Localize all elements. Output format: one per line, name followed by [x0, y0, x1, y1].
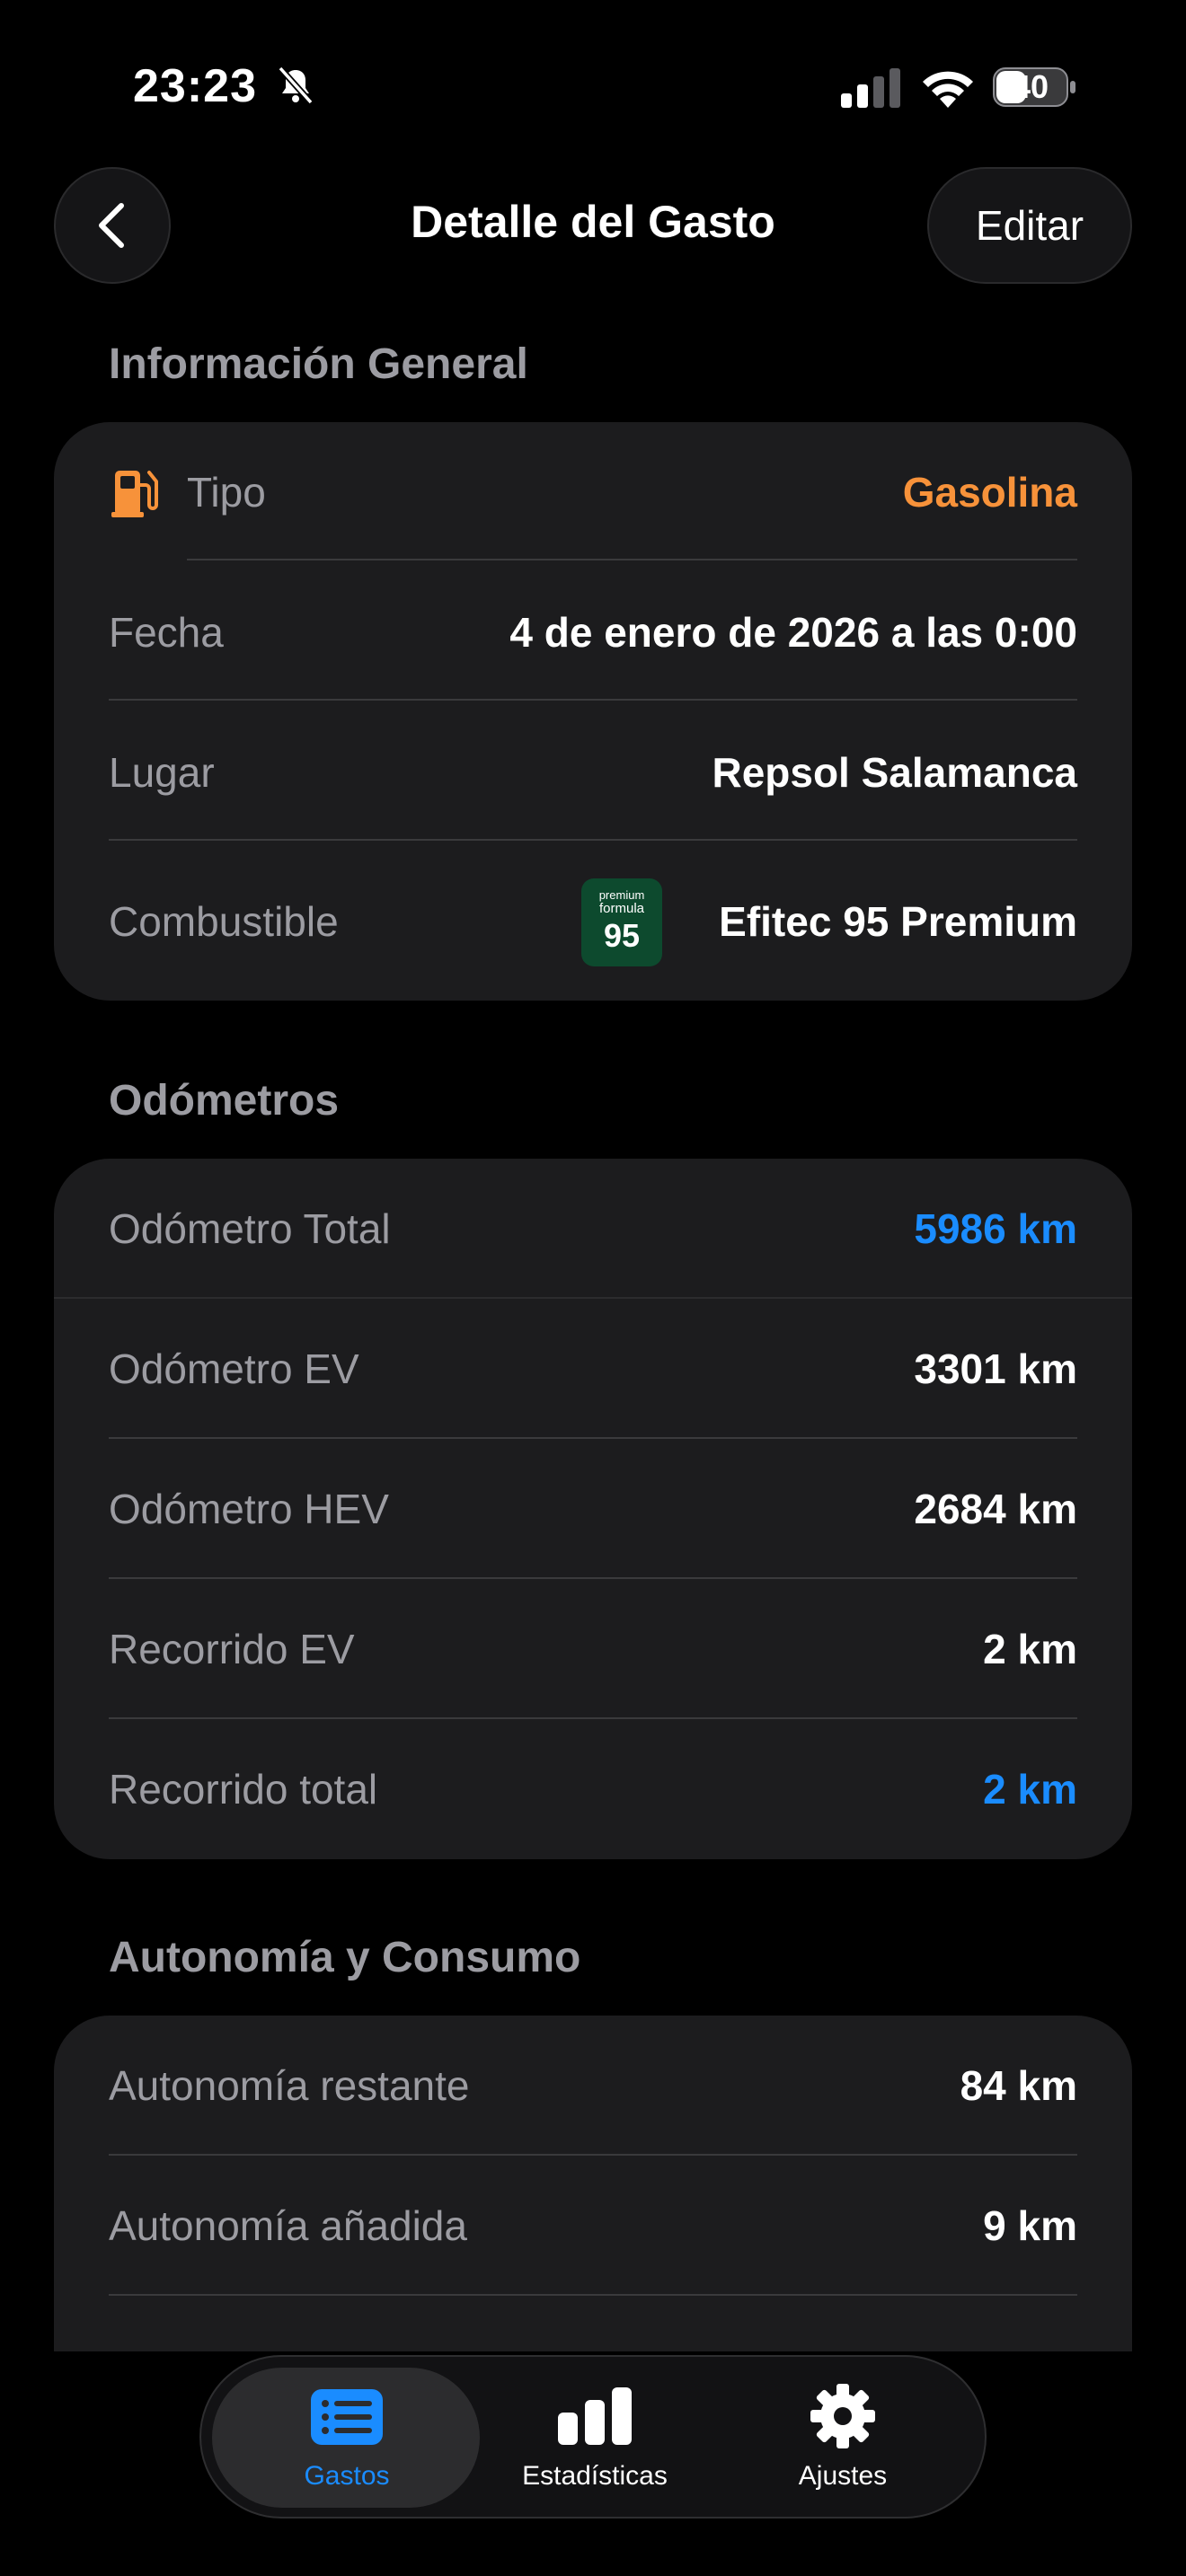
- tab-bar: Gastos Estadísticas Ajustes: [199, 2355, 987, 2519]
- odometer-hev-value: 2684 km: [914, 1486, 1077, 1532]
- fuel-badge-line2: formula: [598, 901, 645, 916]
- type-label: Tipo: [187, 469, 266, 516]
- general-info-card: Tipo Gasolina Fecha 4 de enero de 2026 a…: [54, 422, 1132, 1001]
- odometer-total-label: Odómetro Total: [109, 1205, 391, 1252]
- distance-total-label: Recorrido total: [109, 1766, 378, 1813]
- bar-chart-icon: [558, 2387, 632, 2445]
- type-value: Gasolina: [902, 469, 1077, 516]
- section-title-autonomy: Autonomía y Consumo: [109, 1934, 581, 1981]
- status-time: 23:23: [133, 60, 257, 112]
- fuel-label: Combustible: [109, 898, 339, 945]
- cellular-signal-icon: [841, 68, 900, 108]
- wifi-icon: [923, 71, 973, 108]
- status-bar: 23:23 40: [0, 0, 1186, 171]
- fuel-pump-icon: [111, 471, 158, 517]
- date-label: Fecha: [109, 609, 224, 656]
- range-remaining-label: Autonomía restante: [109, 2062, 470, 2109]
- range-added-label: Autonomía añadida: [109, 2202, 467, 2249]
- row-odometer-total: Odómetro Total 5986 km: [54, 1159, 1132, 1299]
- divider: [187, 559, 1077, 560]
- divider: [109, 699, 1077, 701]
- odometer-total-value: 5986 km: [914, 1205, 1077, 1252]
- odometers-card: Odómetro Total 5986 km Odómetro EV 3301 …: [54, 1159, 1132, 1859]
- row-range-remaining: Autonomía restante 84 km: [54, 2016, 1132, 2156]
- autonomy-card: Autonomía restante 84 km Autonomía añadi…: [54, 2016, 1132, 2351]
- tab-ajustes[interactable]: Ajustes: [719, 2357, 967, 2517]
- divider: [109, 839, 1077, 841]
- list-icon: [311, 2389, 383, 2445]
- row-type: Tipo Gasolina: [54, 422, 1132, 562]
- tab-estadisticas[interactable]: Estadísticas: [471, 2357, 719, 2517]
- row-odometer-hev: Odómetro HEV 2684 km: [54, 1439, 1132, 1579]
- row-odometer-ev: Odómetro EV 3301 km: [54, 1299, 1132, 1439]
- place-label: Lugar: [109, 749, 215, 796]
- odometer-ev-value: 3301 km: [914, 1345, 1077, 1392]
- row-distance-total: Recorrido total 2 km: [54, 1719, 1132, 1859]
- section-title-general: Información General: [109, 340, 528, 388]
- tab-estadisticas-label: Estadísticas: [522, 2461, 668, 2491]
- row-range-added: Autonomía añadida 9 km: [54, 2156, 1132, 2296]
- place-value: Repsol Salamanca: [712, 749, 1077, 796]
- gear-icon: [810, 2384, 875, 2448]
- row-date: Fecha 4 de enero de 2026 a las 0:00: [54, 562, 1132, 702]
- section-title-odometers: Odómetros: [109, 1077, 340, 1125]
- fuel-badge-line1: premium: [598, 888, 645, 902]
- row-fuel: Combustible premium formula 95 Efitec 95…: [54, 842, 1132, 1001]
- battery-level: 40: [1012, 68, 1049, 105]
- tab-ajustes-label: Ajustes: [798, 2461, 888, 2491]
- fuel-value: Efitec 95 Premium: [719, 898, 1077, 945]
- fuel-brand-logo: premium formula 95: [581, 878, 662, 966]
- distance-ev-value: 2 km: [983, 1626, 1077, 1672]
- row-distance-ev: Recorrido EV 2 km: [54, 1579, 1132, 1719]
- bell-slash-icon: [278, 66, 314, 105]
- range-remaining-value: 84 km: [960, 2062, 1077, 2109]
- fuel-badge-number: 95: [603, 917, 641, 954]
- tab-gastos[interactable]: Gastos: [223, 2357, 471, 2517]
- edit-button[interactable]: Editar: [927, 167, 1132, 284]
- divider: [109, 2294, 1077, 2296]
- tab-gastos-label: Gastos: [304, 2461, 390, 2491]
- row-place: Lugar Repsol Salamanca: [54, 702, 1132, 842]
- odometer-hev-label: Odómetro HEV: [109, 1486, 389, 1532]
- distance-ev-label: Recorrido EV: [109, 1626, 355, 1672]
- odometer-ev-label: Odómetro EV: [109, 1345, 359, 1392]
- range-added-value: 9 km: [983, 2202, 1077, 2249]
- date-value: 4 de enero de 2026 a las 0:00: [509, 609, 1077, 656]
- distance-total-value: 2 km: [983, 1766, 1077, 1813]
